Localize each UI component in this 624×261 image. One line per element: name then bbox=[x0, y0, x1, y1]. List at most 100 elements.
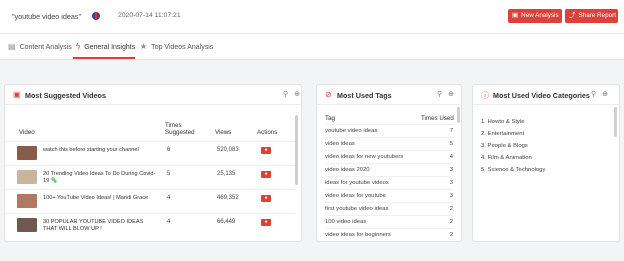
category-item: 3. People & Blogs bbox=[481, 143, 528, 149]
tab-general-insights[interactable]: ϟ General Insights bbox=[76, 42, 135, 51]
table-row: video ideas 2020 3 bbox=[325, 163, 453, 176]
view-eye-icon[interactable]: ● bbox=[261, 147, 271, 154]
most-used-video-categories-card: ⓘ Most Used Video Categories ⚲ ⊕ 1. Howto… bbox=[472, 84, 620, 242]
share-report-label: Share Report bbox=[578, 12, 616, 19]
tag-name: video ideas for beginners bbox=[325, 232, 391, 238]
tab-top-videos-analysis[interactable]: ★ Top Videos Analysis bbox=[140, 42, 213, 51]
tag-name: video ideas 2020 bbox=[325, 167, 370, 173]
tag-count: 3 bbox=[449, 167, 453, 173]
card-header: ⊘ Most Used Tags ⚲ ⊕ bbox=[317, 85, 461, 105]
star-icon: ★ bbox=[140, 42, 148, 51]
col-times-used: Times Used bbox=[421, 115, 454, 122]
tag-count: 3 bbox=[449, 193, 453, 199]
video-title[interactable]: 30 POPULAR YOUTUBE VIDEO IDEAS THAT WILL… bbox=[43, 219, 158, 233]
scrollbar[interactable] bbox=[295, 115, 298, 185]
video-lock-icon: ▣ bbox=[13, 90, 21, 99]
top-bar: "youtube video ideas" 2020-07-14 11:07:2… bbox=[0, 0, 624, 34]
video-thumbnail[interactable] bbox=[17, 218, 37, 232]
tag-count: 5 bbox=[449, 141, 453, 147]
settings-icon[interactable]: ⊕ bbox=[602, 91, 608, 98]
category-item: 2. Entertainment bbox=[481, 131, 525, 137]
share-icon: ⤴ bbox=[569, 12, 576, 19]
clipboard-icon: ▤ bbox=[8, 42, 16, 51]
video-thumbnail[interactable] bbox=[17, 194, 37, 208]
pulse-icon: ϟ bbox=[76, 42, 81, 51]
tag-count: 4 bbox=[449, 154, 453, 160]
table-row: ideas for youtube videos 3 bbox=[325, 176, 453, 189]
tag-count: 2 bbox=[449, 206, 453, 212]
tab-label: General Insights bbox=[84, 44, 136, 51]
tag-name: youtube video ideas bbox=[325, 128, 378, 134]
tag-icon: ⊘ bbox=[325, 90, 332, 99]
new-analysis-label: New Analysis bbox=[521, 12, 559, 19]
scrollbar[interactable] bbox=[457, 107, 460, 123]
table-row: video ideas for new youtubers 4 bbox=[325, 150, 453, 163]
tag-name: video ideas for youtube bbox=[325, 193, 386, 199]
most-used-tags-card: ⊘ Most Used Tags ⚲ ⊕ Tag Times Used youtu… bbox=[316, 84, 462, 242]
times-suggested: 4 bbox=[167, 219, 171, 225]
view-eye-icon[interactable]: ● bbox=[261, 195, 271, 202]
video-title[interactable]: 100+ YouTube Video Ideas! | Mandi Grace bbox=[43, 195, 158, 202]
times-suggested: 6 bbox=[167, 147, 171, 153]
tag-name: 100 video ideas bbox=[325, 219, 367, 225]
tag-name: video ideas bbox=[325, 141, 355, 147]
col-video: Video bbox=[19, 129, 35, 136]
table-row: youtube video ideas 7 bbox=[325, 124, 453, 137]
table-row: video ideas 5 bbox=[325, 137, 453, 150]
tag-count: 2 bbox=[449, 232, 453, 238]
table-row: 30 POPULAR YOUTUBE VIDEO IDEAS THAT WILL… bbox=[5, 213, 295, 237]
search-query: "youtube video ideas" bbox=[12, 12, 82, 21]
video-title[interactable]: 20 Trending Video Ideas To Do During Cov… bbox=[43, 171, 158, 185]
view-eye-icon[interactable]: ● bbox=[261, 219, 271, 226]
table-row: first youtube video ideas 2 bbox=[325, 202, 453, 215]
category-item: 1. Howto & Style bbox=[481, 119, 525, 125]
views: 25,135 bbox=[217, 171, 236, 177]
tag-name: video ideas for new youtubers bbox=[325, 154, 404, 160]
tab-content-analysis[interactable]: ▤ Content Analysis bbox=[8, 42, 72, 51]
country-flag-icon bbox=[92, 12, 100, 20]
folder-icon: ▣ bbox=[512, 12, 519, 19]
col-times-suggested: Times Suggested bbox=[165, 122, 195, 136]
active-tab-indicator bbox=[73, 57, 135, 59]
table-row: 20 Trending Video Ideas To Do During Cov… bbox=[5, 165, 295, 189]
card-title: Most Suggested Videos bbox=[25, 91, 106, 100]
tab-label: Content Analysis bbox=[19, 44, 72, 51]
card-header: ▣ Most Suggested Videos ⚲ ⊕ bbox=[5, 85, 301, 105]
scrollbar[interactable] bbox=[614, 107, 617, 137]
tag-count: 3 bbox=[449, 180, 453, 186]
col-tag: Tag bbox=[325, 115, 335, 122]
tab-label: Top Videos Analysis bbox=[151, 44, 214, 51]
table-row: 100 video ideas 2 bbox=[325, 215, 453, 228]
card-header: ⓘ Most Used Video Categories ⚲ ⊕ bbox=[473, 85, 619, 105]
card-title: Most Used Tags bbox=[337, 91, 392, 100]
table-row: 100+ YouTube Video Ideas! | Mandi Grace … bbox=[5, 189, 295, 213]
views: 66,449 bbox=[217, 219, 236, 225]
pin-icon[interactable]: ⚲ bbox=[437, 91, 442, 98]
table-row: watch this before starting your channel … bbox=[5, 141, 295, 165]
table-row: video ideas for beginners 2 bbox=[325, 228, 453, 241]
video-thumbnail[interactable] bbox=[17, 146, 37, 160]
col-actions: Actions bbox=[257, 129, 278, 136]
pin-icon[interactable]: ⚲ bbox=[591, 91, 596, 98]
settings-icon[interactable]: ⊕ bbox=[294, 91, 300, 98]
category-item: 4. Film & Animation bbox=[481, 155, 532, 161]
analysis-date: 2020-07-14 11:07:21 bbox=[118, 12, 181, 19]
times-suggested: 5 bbox=[167, 171, 171, 177]
info-icon: ⓘ bbox=[481, 91, 489, 100]
table-row: video ideas for youtube 3 bbox=[325, 189, 453, 202]
col-views: Views bbox=[215, 129, 232, 136]
tag-name: ideas for youtube videos bbox=[325, 180, 389, 186]
view-eye-icon[interactable]: ● bbox=[261, 171, 271, 178]
pin-icon[interactable]: ⚲ bbox=[283, 91, 288, 98]
tag-name: first youtube video ideas bbox=[325, 206, 389, 212]
video-thumbnail[interactable] bbox=[17, 170, 37, 184]
settings-icon[interactable]: ⊕ bbox=[448, 91, 454, 98]
new-analysis-button[interactable]: ▣ New Analysis bbox=[508, 9, 562, 23]
category-item: 5. Science & Technology bbox=[481, 167, 546, 173]
video-title[interactable]: watch this before starting your channel bbox=[43, 147, 158, 154]
times-suggested: 4 bbox=[167, 195, 171, 201]
tag-count: 7 bbox=[449, 128, 453, 134]
views: 520,083 bbox=[217, 147, 239, 153]
tag-count: 2 bbox=[449, 219, 453, 225]
share-report-button[interactable]: ⤴ Share Report bbox=[565, 9, 618, 23]
